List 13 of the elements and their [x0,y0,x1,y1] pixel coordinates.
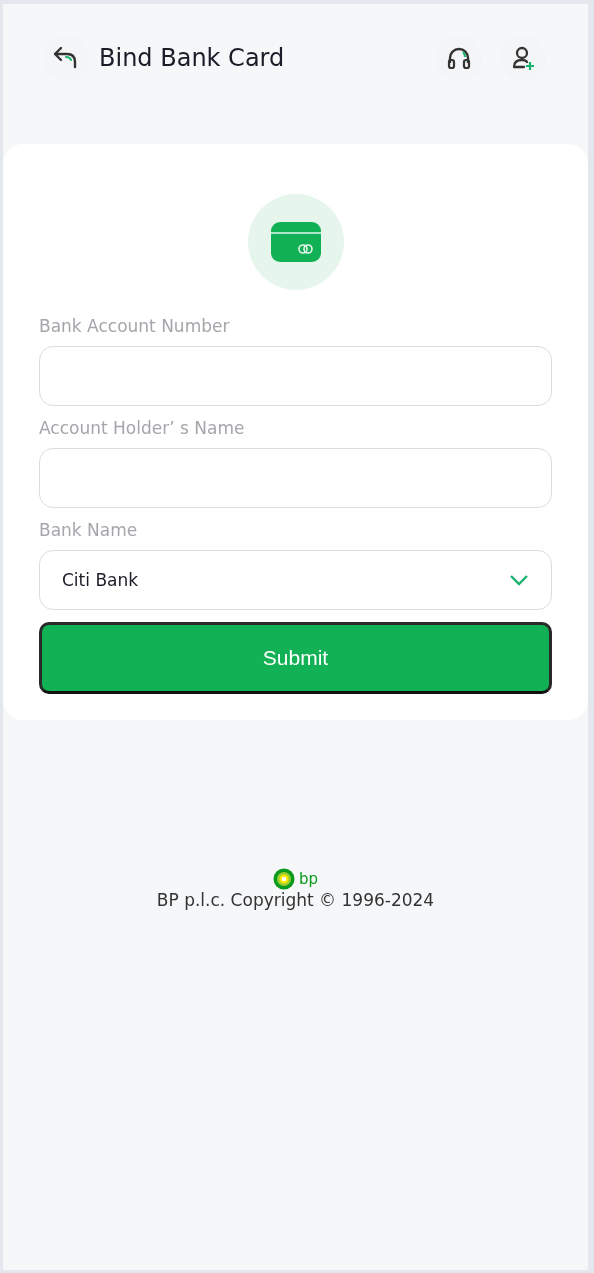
bank-card-icon [270,222,321,262]
headset-icon [446,45,472,71]
field-label: Bank Account Number [39,316,231,336]
chevron-down-icon [509,574,529,586]
logo-text: bp [298,870,318,888]
copyright-text: BP p.l.c. Copyright © 1996-2024 [156,890,435,910]
page-title: Bind Bank Card [99,44,286,72]
field-label: Bank Name [39,520,139,540]
input-field[interactable] [39,346,552,406]
input-field[interactable] [39,448,552,508]
bank-select[interactable]: Citi Bank [39,550,552,610]
add-user-icon [510,45,536,71]
field-label: Account Holder’ s Name [39,418,246,438]
